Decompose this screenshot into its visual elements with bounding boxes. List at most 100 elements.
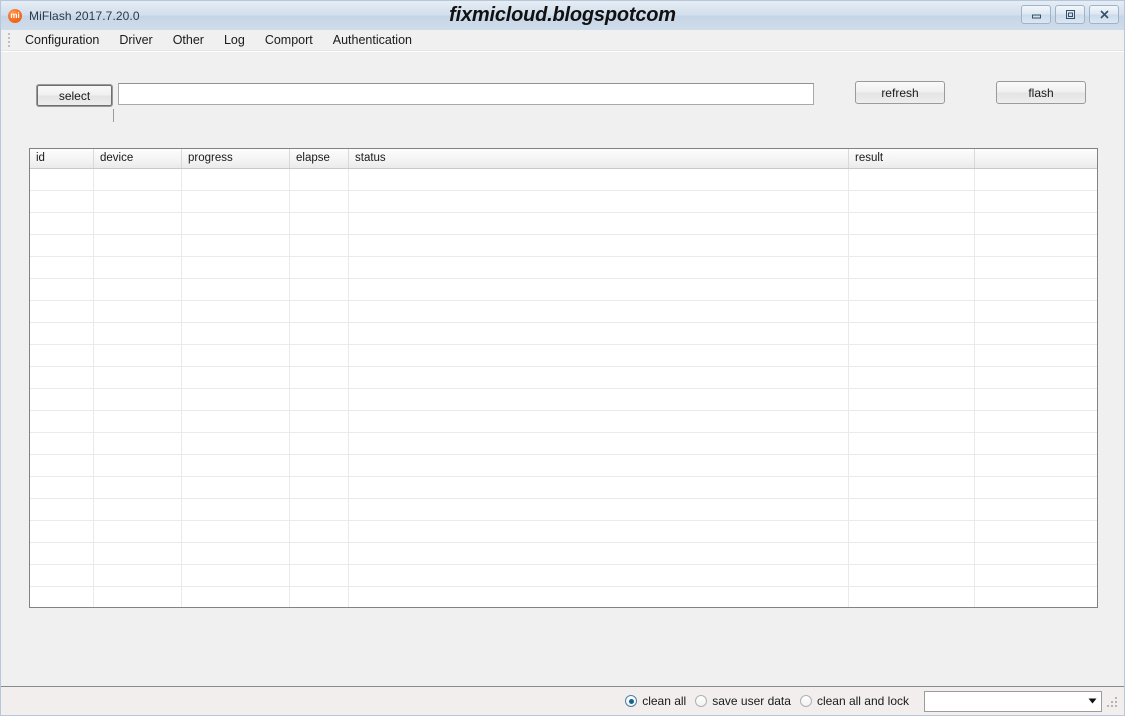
menu-item-configuration[interactable]: Configuration <box>15 31 109 50</box>
grid-column-header-blank[interactable] <box>975 149 1097 168</box>
table-cell <box>182 411 290 432</box>
table-cell <box>349 213 849 234</box>
table-row[interactable] <box>30 411 1097 433</box>
table-cell <box>349 191 849 212</box>
table-row[interactable] <box>30 477 1097 499</box>
table-cell <box>290 213 349 234</box>
menu-item-other[interactable]: Other <box>163 31 214 50</box>
table-cell <box>30 521 94 542</box>
table-cell <box>349 543 849 564</box>
grid-column-header-id[interactable]: id <box>30 149 94 168</box>
table-cell <box>349 367 849 388</box>
table-cell <box>30 587 94 607</box>
table-cell <box>94 279 182 300</box>
maximize-button[interactable] <box>1055 5 1085 24</box>
table-cell <box>849 433 975 454</box>
table-cell <box>94 587 182 607</box>
table-cell <box>849 367 975 388</box>
table-cell <box>849 279 975 300</box>
device-grid[interactable]: id device progress elapse status result <box>29 148 1098 608</box>
table-row[interactable] <box>30 191 1097 213</box>
minimize-button[interactable] <box>1021 5 1051 24</box>
table-cell <box>975 191 1097 212</box>
table-row[interactable] <box>30 587 1097 607</box>
table-row[interactable] <box>30 301 1097 323</box>
table-cell <box>94 455 182 476</box>
table-cell <box>290 433 349 454</box>
table-cell <box>182 389 290 410</box>
table-cell <box>290 389 349 410</box>
refresh-button[interactable]: refresh <box>855 81 945 104</box>
menu-bar: Configuration Driver Other Log Comport A… <box>1 30 1124 51</box>
close-button[interactable] <box>1089 5 1119 24</box>
table-cell <box>349 565 849 586</box>
table-row[interactable] <box>30 389 1097 411</box>
table-cell <box>849 191 975 212</box>
table-cell <box>349 389 849 410</box>
grid-column-header-elapse[interactable]: elapse <box>290 149 349 168</box>
window-controls <box>1021 5 1119 24</box>
table-cell <box>849 345 975 366</box>
table-cell <box>94 257 182 278</box>
select-button[interactable]: select <box>36 84 113 107</box>
drag-grip-icon[interactable] <box>5 32 12 48</box>
table-cell <box>349 169 849 190</box>
table-cell <box>94 367 182 388</box>
watermark-text: fixmicloud.blogspotcom <box>449 4 676 26</box>
table-cell <box>182 345 290 366</box>
table-cell <box>849 235 975 256</box>
table-cell <box>94 411 182 432</box>
flash-button[interactable]: flash <box>996 81 1086 104</box>
chevron-down-icon[interactable] <box>1084 692 1101 711</box>
table-row[interactable] <box>30 213 1097 235</box>
table-row[interactable] <box>30 565 1097 587</box>
table-cell <box>94 477 182 498</box>
table-cell <box>30 323 94 344</box>
table-cell <box>182 235 290 256</box>
radio-clean-all-and-lock[interactable]: clean all and lock <box>799 694 909 708</box>
table-row[interactable] <box>30 367 1097 389</box>
table-row[interactable] <box>30 323 1097 345</box>
table-cell <box>94 345 182 366</box>
grid-column-header-status[interactable]: status <box>349 149 849 168</box>
table-cell <box>290 257 349 278</box>
table-row[interactable] <box>30 279 1097 301</box>
grid-column-header-device[interactable]: device <box>94 149 182 168</box>
table-cell <box>94 323 182 344</box>
firmware-path-input[interactable] <box>118 83 814 105</box>
grid-column-header-result[interactable]: result <box>849 149 975 168</box>
table-cell <box>975 499 1097 520</box>
table-cell <box>975 213 1097 234</box>
grid-body[interactable] <box>30 169 1097 607</box>
table-row[interactable] <box>30 455 1097 477</box>
table-cell <box>290 543 349 564</box>
table-cell <box>349 587 849 607</box>
table-cell <box>849 389 975 410</box>
table-cell <box>30 477 94 498</box>
table-row[interactable] <box>30 521 1097 543</box>
table-cell <box>30 565 94 586</box>
menu-item-log[interactable]: Log <box>214 31 255 50</box>
table-row[interactable] <box>30 433 1097 455</box>
table-cell <box>94 301 182 322</box>
table-cell <box>182 301 290 322</box>
table-row[interactable] <box>30 169 1097 191</box>
flash-profile-combobox[interactable] <box>924 690 1102 712</box>
radio-clean-all[interactable]: clean all <box>625 694 686 708</box>
table-row[interactable] <box>30 499 1097 521</box>
menu-item-comport[interactable]: Comport <box>255 31 323 50</box>
minimize-icon <box>1031 14 1041 19</box>
table-cell <box>30 455 94 476</box>
table-cell <box>975 477 1097 498</box>
table-row[interactable] <box>30 235 1097 257</box>
menu-item-authentication[interactable]: Authentication <box>323 31 422 50</box>
radio-save-user-data[interactable]: save user data <box>695 694 791 708</box>
table-row[interactable] <box>30 257 1097 279</box>
table-cell <box>94 191 182 212</box>
resize-grip-icon[interactable] <box>1106 694 1120 708</box>
grid-column-header-progress[interactable]: progress <box>182 149 290 168</box>
table-row[interactable] <box>30 345 1097 367</box>
menu-item-driver[interactable]: Driver <box>109 31 162 50</box>
table-row[interactable] <box>30 543 1097 565</box>
radio-label: clean all <box>642 694 687 708</box>
